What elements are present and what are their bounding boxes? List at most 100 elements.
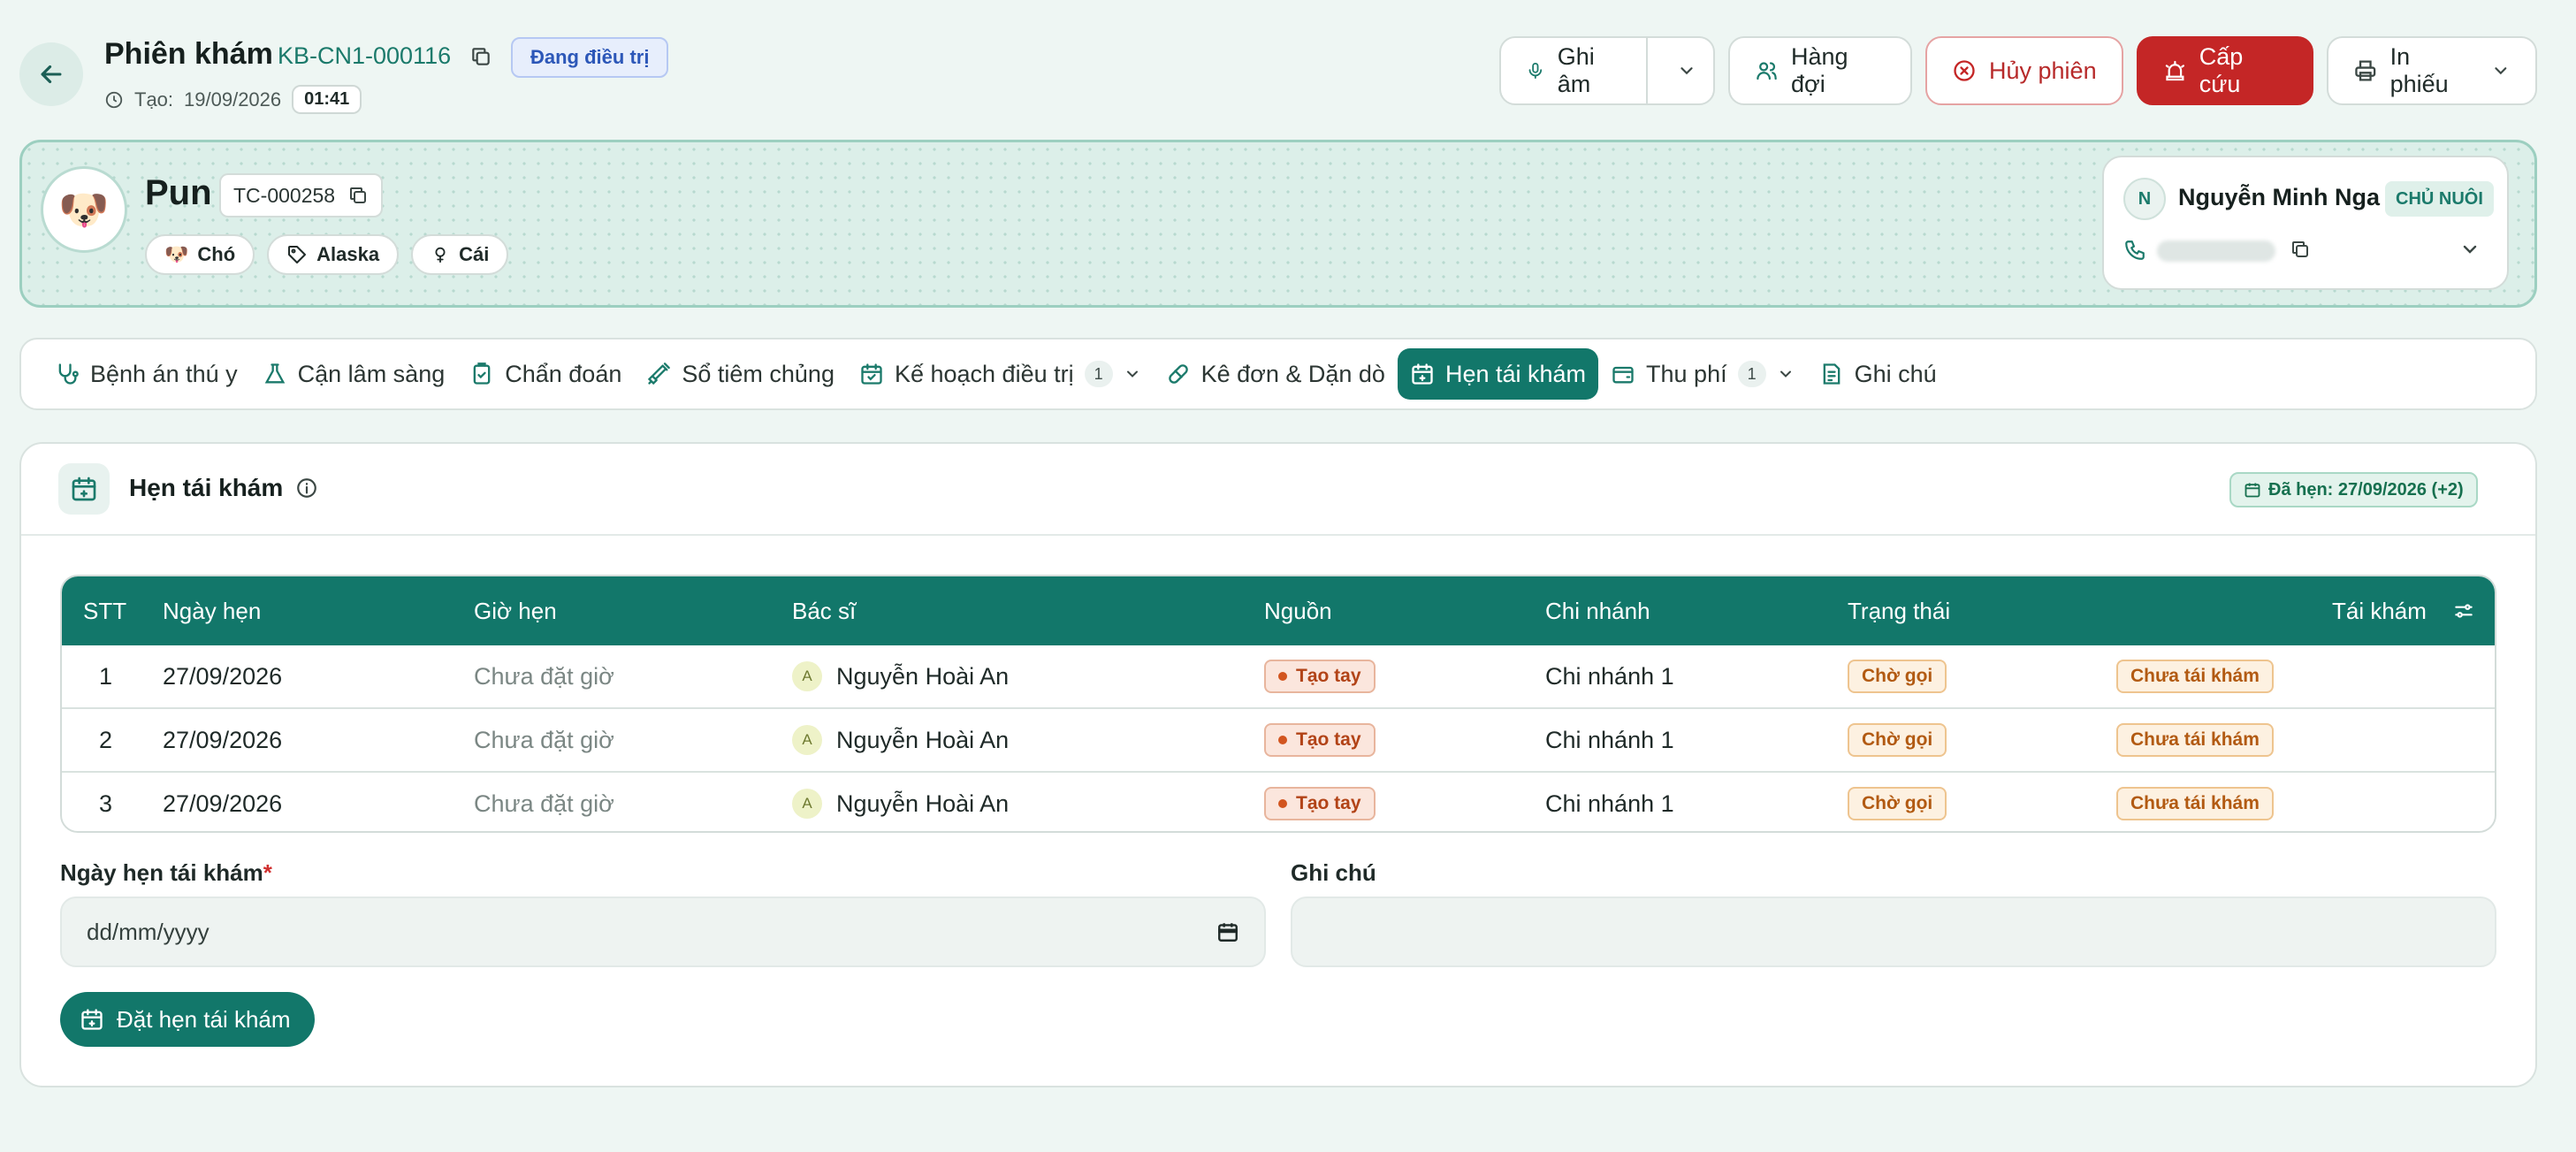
table-row[interactable]: 3 27/09/2026 Chưa đặt giờ A Nguyễn Hoài …: [62, 773, 2495, 831]
owner-name: Nguyễn Minh Nga: [2178, 184, 2380, 210]
dot-icon: [1278, 799, 1287, 808]
tab-follow-up[interactable]: Hẹn tái khám: [1397, 348, 1599, 400]
status-badge: Chờ gọi: [1848, 723, 1947, 757]
cancel-session-button[interactable]: Hủy phiên: [1925, 36, 2123, 105]
calendar-icon: [72, 477, 96, 501]
tab-label: Ghi chú: [1854, 360, 1937, 387]
tab-treatment-plan[interactable]: Kế hoạch điều trị 1: [847, 348, 1154, 400]
owner-card: [2102, 156, 2509, 290]
copy-pet-code-button[interactable]: [347, 185, 369, 206]
booked-badge-text: Đã hẹn: 27/09/2026 (+2): [2268, 479, 2464, 500]
record-button-group: Ghi âm: [1499, 36, 1715, 105]
divider: [21, 534, 2535, 536]
calendar-plus-icon: [81, 1009, 103, 1030]
copy-phone-button[interactable]: [2290, 239, 2311, 260]
doctor-avatar: A: [792, 661, 822, 691]
flask-icon: [264, 363, 285, 384]
row-source: Tạo tay: [1264, 709, 1376, 771]
row-branch: Chi nhánh 1: [1545, 662, 1674, 690]
col-status: Trạng thái: [1848, 597, 1951, 624]
revisit-badge: Chưa tái khám: [2116, 787, 2274, 820]
follow-up-date-input[interactable]: dd/mm/yyyy: [60, 896, 1266, 967]
chevron-down-icon: [2463, 245, 2477, 254]
tab-billing[interactable]: Thu phí 1: [1598, 348, 1807, 400]
source-badge: Tạo tay: [1264, 660, 1376, 693]
row-source: Tạo tay: [1264, 645, 1376, 707]
row-stt: 2: [99, 726, 113, 753]
row-time: Chưa đặt giờ: [474, 662, 614, 690]
status-badge: Đang điều trị: [511, 37, 669, 78]
record-options-dropdown[interactable]: [1660, 38, 1713, 103]
row-stt: 1: [99, 662, 113, 690]
book-follow-up-button[interactable]: Đặt hẹn tái khám: [60, 992, 315, 1047]
date-label-text: Ngày hẹn tái khám: [60, 859, 263, 886]
info-button[interactable]: [295, 477, 318, 500]
tab-label: Kế hoạch điều trị: [894, 360, 1074, 387]
table-row[interactable]: 2 27/09/2026 Chưa đặt giờ A Nguyễn Hoài …: [62, 709, 2495, 771]
sex-label: Cái: [459, 243, 490, 265]
row-time: Chưa đặt giờ: [474, 726, 614, 753]
clock-icon: [105, 91, 123, 108]
dog-icon: 🐶: [164, 243, 189, 265]
chevron-down-icon[interactable]: [1124, 365, 1141, 383]
calendar-icon: [2244, 483, 2260, 498]
tab-label: Chẩn đoán: [505, 360, 622, 387]
tab-notes[interactable]: Ghi chú: [1807, 348, 1949, 400]
tab-vaccination[interactable]: Sổ tiêm chủng: [634, 348, 847, 400]
section-icon: [58, 463, 110, 515]
status-badge: Chờ gọi: [1848, 660, 1947, 693]
species-chip: 🐶 Chó: [145, 234, 255, 275]
stethoscope-icon: [58, 363, 79, 385]
created-info: Tạo: 19/09/2026 01:41: [104, 85, 362, 114]
tab-diagnosis[interactable]: Chẩn đoán: [457, 348, 634, 400]
wallet-icon: [1612, 366, 1634, 384]
row-source: Tạo tay: [1264, 773, 1376, 831]
print-button[interactable]: In phiếu: [2327, 36, 2537, 105]
revisit-badge: Chưa tái khám: [2116, 723, 2274, 757]
source-text: Tạo tay: [1296, 729, 1361, 750]
tab-prescription[interactable]: Kê đơn & Dặn dò: [1154, 348, 1398, 400]
chevron-down-icon[interactable]: [1777, 365, 1795, 383]
clipboard-icon: [473, 362, 491, 385]
col-date: Ngày hẹn: [163, 597, 262, 624]
row-date: 27/09/2026: [163, 726, 283, 753]
calendar-picker-icon[interactable]: [1216, 920, 1239, 943]
tab-label: Bệnh án thú y: [90, 360, 238, 387]
session-code: KB-CN1-000116: [278, 42, 452, 69]
row-status: Chờ gọi: [1848, 645, 1947, 707]
back-button[interactable]: [19, 42, 83, 106]
booked-badge: Đã hẹn: 27/09/2026 (+2): [2229, 472, 2478, 507]
copy-session-code-button[interactable]: [467, 42, 495, 71]
record-button-label: Ghi âm: [1557, 43, 1595, 97]
tab-paraclinical[interactable]: Cận lâm sàng: [250, 348, 458, 400]
printer-icon: [2355, 60, 2376, 81]
tab-medical-record[interactable]: Bệnh án thú y: [42, 348, 250, 400]
column-settings-button[interactable]: [2452, 576, 2475, 645]
chevron-down-icon: [1680, 67, 1693, 75]
row-doctor: A Nguyễn Hoài An: [792, 645, 1009, 707]
users-icon: [1757, 62, 1777, 80]
breed-label: Alaska: [316, 243, 380, 265]
date-placeholder: dd/mm/yyyy: [87, 918, 210, 945]
page-title: Phiên khám: [104, 37, 273, 71]
note-icon: [1823, 363, 1840, 385]
tab-bar: Bệnh án thú y Cận lâm sàng Chẩn đoán Sổ …: [19, 338, 2537, 410]
row-revisit: Chưa tái khám: [2116, 645, 2274, 707]
phone-icon: [2125, 240, 2145, 260]
microphone-icon: [1528, 62, 1543, 80]
dot-icon: [1278, 736, 1287, 744]
tab-label: Cận lâm sàng: [297, 360, 446, 387]
note-field-label: Ghi chú: [1291, 859, 1376, 886]
row-branch: Chi nhánh 1: [1545, 790, 1674, 817]
revisit-badge: Chưa tái khám: [2116, 660, 2274, 693]
table-row[interactable]: 1 27/09/2026 Chưa đặt giờ A Nguyễn Hoài …: [62, 645, 2495, 707]
note-input[interactable]: [1291, 896, 2496, 967]
record-button[interactable]: Ghi âm: [1501, 38, 1649, 103]
elapsed-time: 01:41: [292, 85, 362, 114]
emergency-button[interactable]: Cấp cứu: [2137, 36, 2313, 105]
owner-expand-button[interactable]: [2459, 239, 2481, 260]
table-header: STT Ngày hẹn Giờ hẹn Bác sĩ Nguồn Chi nh…: [62, 576, 2495, 645]
row-stt: 3: [99, 790, 113, 817]
status-badge: Chờ gọi: [1848, 787, 1947, 820]
queue-button[interactable]: Hàng đợi: [1728, 36, 1912, 105]
